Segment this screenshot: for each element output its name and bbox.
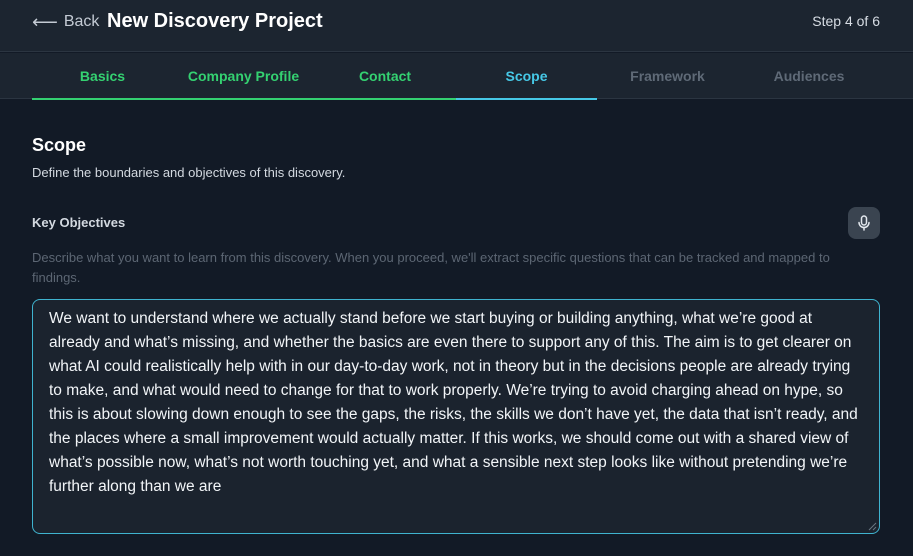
arrow-left-icon: ⟵ <box>32 12 58 32</box>
tab-label: Contact <box>358 68 412 84</box>
tab-contact[interactable]: Contact <box>314 53 456 100</box>
section-title: Scope <box>32 135 87 155</box>
tab-label: Basics <box>79 68 126 84</box>
tab-framework[interactable]: Framework <box>597 53 738 99</box>
key-objectives-label: Key Objectives <box>32 215 126 230</box>
tab-company-profile[interactable]: Company Profile <box>173 53 314 100</box>
voice-input-button[interactable] <box>848 207 880 239</box>
tab-label: Audiences <box>773 68 845 84</box>
tab-basics[interactable]: Basics <box>32 53 173 100</box>
resize-handle-icon[interactable] <box>868 522 877 531</box>
key-objectives-help: Describe what you want to learn from thi… <box>32 250 830 285</box>
section-subtitle: Define the boundaries and objectives of … <box>32 165 346 180</box>
tab-underline <box>32 98 173 100</box>
step-indicator: Step 4 of 6 <box>812 13 880 29</box>
top-bar: ⟵ Back New Discovery Project Step 4 of 6 <box>0 0 913 52</box>
tab-underline <box>173 98 314 100</box>
tab-scope[interactable]: Scope <box>456 53 597 100</box>
page-title: New Discovery Project <box>107 10 323 32</box>
tab-underline <box>456 98 597 100</box>
back-label: Back <box>63 13 100 30</box>
key-objectives-textarea[interactable]: We want to understand where we actually … <box>32 299 880 534</box>
wizard-tabs: Basics Company Profile Contact Scope Fra… <box>0 53 913 100</box>
microphone-icon <box>858 215 870 231</box>
tab-label: Company Profile <box>187 68 300 84</box>
tab-underline <box>314 98 456 100</box>
tab-label: Scope <box>505 68 548 84</box>
tab-audiences[interactable]: Audiences <box>738 53 880 99</box>
tab-label: Framework <box>630 68 705 84</box>
key-objectives-value: We want to understand where we actually … <box>49 310 858 495</box>
back-button[interactable]: ⟵ Back <box>32 12 99 32</box>
